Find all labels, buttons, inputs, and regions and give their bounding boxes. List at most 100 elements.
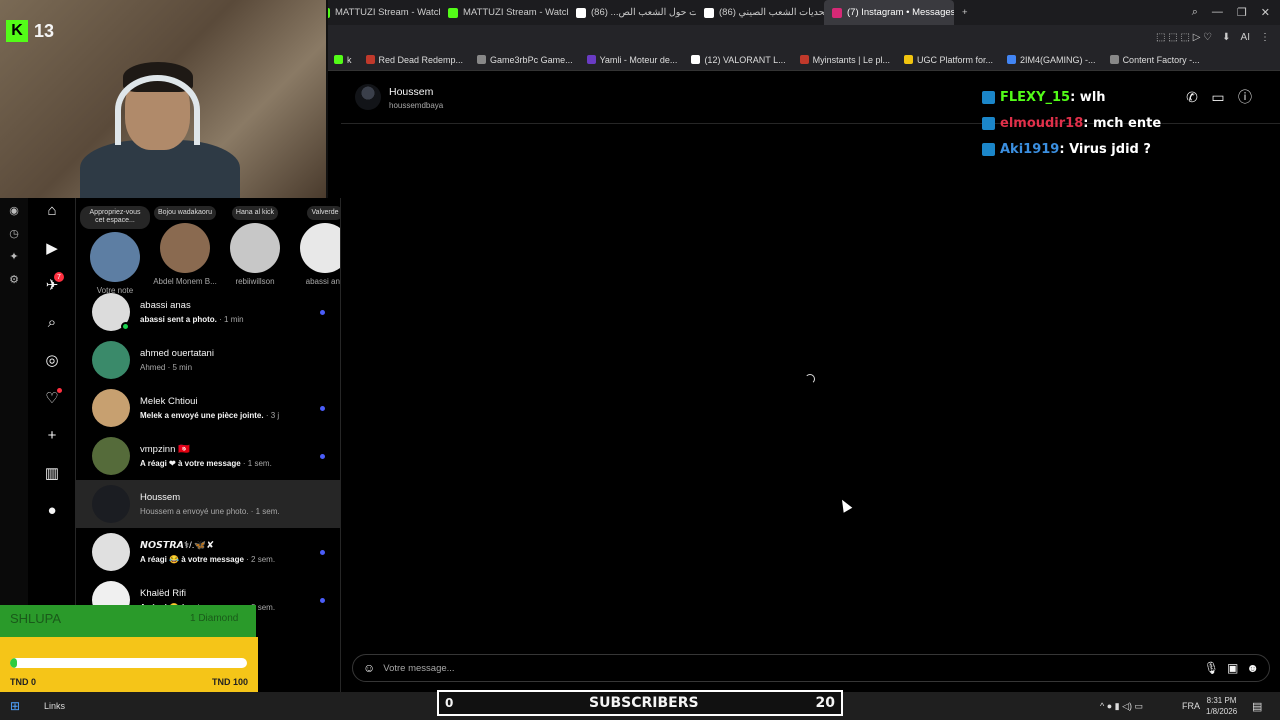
bookmark-favicon-icon [904, 55, 914, 64]
note-item[interactable]: Valverde abassi ana [290, 206, 340, 286]
reels-icon[interactable]: ▶ [42, 238, 62, 258]
bookmark-favicon-icon [1007, 55, 1017, 64]
restore-icon[interactable]: ❐ [1237, 6, 1247, 19]
browser-tab[interactable]: تحديات الشعب الصيني (86) [696, 0, 824, 25]
clock[interactable]: 8:31 PM 1/8/2026 [1206, 695, 1237, 717]
bookmark-item[interactable]: Red Dead Redemp... [365, 55, 463, 65]
conversation-item[interactable]: ahmed ouertatani Ahmed · 5 min [76, 336, 340, 384]
conversation-preview: Ahmed · 5 min [140, 363, 340, 372]
conversation-name: Khalëd Rifi [140, 588, 186, 599]
window-controls: ⌕ — ❐ ✕ [1192, 6, 1280, 19]
bookmark-label: Myinstants | Le pl... [812, 54, 891, 65]
puzzle-icon[interactable]: ✦ [9, 250, 18, 263]
sticker-icon[interactable]: ☻ [1246, 661, 1259, 675]
history-icon[interactable]: ◷ [9, 227, 19, 240]
preview-text: abassi sent a photo. [140, 315, 217, 324]
unread-badge: 7 [54, 272, 64, 282]
note-item[interactable]: Hana al kick rebiiwillson [220, 206, 290, 286]
new-tab-button[interactable]: + [954, 0, 976, 25]
goal-max-label: TND 100 [211, 677, 248, 687]
bookmark-item[interactable]: Content Factory -... [1109, 54, 1200, 65]
bookmark-item[interactable]: (12) VALORANT L... [691, 55, 786, 65]
tab-favicon-icon [704, 7, 714, 18]
conversation-item[interactable]: Houssem Houssem a envoyé une photo. · 1 s… [76, 480, 340, 528]
search-icon[interactable]: ⌕ [1192, 6, 1198, 19]
emoji-icon[interactable]: ☺ [363, 661, 375, 675]
chat-username: elmoudir18 [1000, 115, 1084, 131]
profile-glyph: ● [47, 501, 57, 519]
note-bubble: Hana al kick [231, 206, 279, 221]
bookmark-label: Content Factory -... [1122, 54, 1200, 65]
windows-start-icon[interactable]: ⊞ [0, 699, 30, 713]
downloads-icon[interactable]: ⬇ [1222, 32, 1230, 43]
stream-chat-overlay: FLEXY_15 : wlh elmoudir18 : mch ente Aki19… [982, 84, 1161, 162]
conversation-avatar [92, 533, 130, 571]
home-icon[interactable]: ⌂ [42, 200, 62, 220]
bookmark-label: Yamli - Moteur de... [599, 54, 678, 65]
conversation-avatar [92, 485, 130, 523]
menu-icon[interactable]: ⋮ [1260, 32, 1270, 43]
browser-tab[interactable]: MATTUZI Stream - Watch [312, 0, 440, 25]
conversation-avatar [92, 341, 130, 379]
video-icon[interactable]: ▭ [1209, 88, 1227, 106]
note-item[interactable]: Bojou wadakaoru Abdel Monem B... [150, 206, 220, 286]
subs-label: SUBSCRIBERS [589, 695, 699, 711]
extension-icons[interactable]: ⬚ ⬚ ⬚ ▷ ♡ [1156, 32, 1212, 43]
image-icon[interactable]: ▣ [1227, 661, 1238, 675]
bookmark-favicon-icon [365, 55, 375, 64]
conversation-item[interactable]: vmpzinn 🇹🇳 A réagi ❤ à votre message · 1 … [76, 432, 340, 480]
browser-tab[interactable]: MATTUZI Stream - Watch [440, 0, 568, 25]
bookmark-item[interactable]: 2IM4(GAMING) -... [1007, 55, 1096, 65]
messages-icon[interactable]: ✈ 7 [42, 272, 64, 295]
bookmark-item[interactable]: Myinstants | Le pl... [799, 54, 891, 65]
tab-favicon-icon [448, 7, 458, 18]
close-icon[interactable]: ✕ [1261, 6, 1270, 19]
bookmark-item[interactable]: Game3rbPc Game... [477, 55, 573, 65]
minimize-icon[interactable]: — [1212, 6, 1223, 19]
stream-chat-message: FLEXY_15 : wlh [982, 84, 1161, 110]
bookmark-label: Game3rbPc Game... [490, 54, 573, 65]
browser-tab[interactable]: تأملات حول الشعب الص... (86) [568, 0, 696, 25]
bookmark-item[interactable]: Yamli - Moteur de... [586, 54, 678, 65]
chat-username: FLEXY_15 [1000, 89, 1071, 105]
chat-text: : Virus jdid ? [1059, 141, 1151, 157]
settings-icon[interactable]: ⚙ [9, 273, 19, 286]
subs-count: 20 [815, 695, 835, 711]
create-icon[interactable]: + [42, 425, 62, 445]
chat-username: Aki1919 [1000, 141, 1060, 157]
dashboard-icon[interactable]: ▥ [42, 463, 62, 483]
notifications-icon[interactable]: ♡ [42, 387, 62, 408]
conversation-item[interactable]: abassi anas abassi sent a photo. · 1 min [76, 288, 340, 336]
notifications-icon[interactable]: ▤ [1252, 700, 1262, 713]
note-name: Abdel Monem B... [153, 277, 217, 287]
info-icon[interactable]: ⓘ [1236, 88, 1254, 106]
conversation-item[interactable]: Melek Chtioui Melek a envoyé une pièce jo… [76, 384, 340, 432]
browser-tab[interactable]: (7) Instagram • Messages [824, 0, 954, 25]
explore-icon[interactable]: ◎ [42, 350, 62, 370]
search-glyph: ⌕ [47, 314, 57, 331]
search-icon[interactable]: ⌕ [42, 313, 62, 333]
conversation-text: Melek Chtioui Melek a envoyé une pièce jo… [140, 396, 310, 420]
phone-icon[interactable]: ✆ [1183, 88, 1201, 106]
conversation-text: abassi anas abassi sent a photo. · 1 min [140, 300, 310, 324]
tab-title: (7) Instagram • Messages [847, 7, 954, 18]
stream-chat-message: Aki1919 : Virus jdid ? [982, 136, 1161, 162]
note-item[interactable]: Appropriez-vous cet espace... Votre note [80, 206, 150, 295]
taskbar-links[interactable]: Links [44, 701, 65, 711]
ai-button[interactable]: AI [1241, 32, 1250, 43]
chat-avatar[interactable] [355, 84, 381, 110]
play-circle-icon[interactable]: ◉ [9, 204, 19, 217]
message-input[interactable] [383, 662, 1196, 674]
sub-badge-icon [982, 142, 995, 156]
bookmark-item[interactable]: k [334, 55, 352, 65]
preview-time: · 1 sem. [240, 459, 272, 468]
subs-prefix: 0 [445, 696, 454, 710]
conversation-item[interactable]: 𝙉𝙊𝙎𝙏𝙍𝘼⚕/.🦋✘ A réagi 😂 à votre message · 2… [76, 528, 340, 576]
bookmark-item[interactable]: UGC Platform for... [904, 55, 993, 65]
microphone-icon[interactable]: 🎙 [1204, 661, 1219, 675]
language-indicator[interactable]: FRA [1182, 701, 1200, 711]
tray-icons[interactable]: ^ ● ▮ ◁) ▭ [1100, 701, 1143, 712]
profile-icon[interactable]: ● [42, 500, 62, 520]
kick-logo-icon: K [6, 20, 28, 42]
chat-contact-name[interactable]: Houssem [389, 86, 433, 98]
